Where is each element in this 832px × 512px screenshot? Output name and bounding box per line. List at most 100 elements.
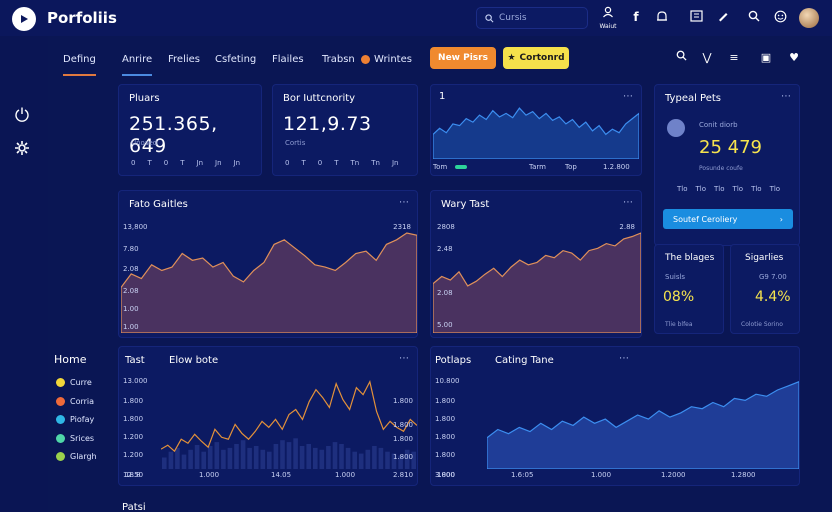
pen-icon[interactable] [716,10,730,24]
y-tick: 2.08 [437,289,453,297]
tab-wrintes[interactable]: Wrintes [361,52,412,76]
bar [286,442,292,469]
heart-icon[interactable]: ♥ [784,50,804,66]
y-tick: 1.00 [123,305,139,313]
power-icon[interactable] [14,106,30,122]
orange-dot-icon [361,54,370,64]
axis-label: Tlo [769,185,781,193]
card-icon[interactable] [689,10,703,24]
tab-defing[interactable]: Defing [63,52,96,76]
facebook-icon[interactable]: f [629,10,643,24]
search-input[interactable]: Cursis [476,7,588,29]
axis-label: 0 [131,159,136,167]
bar [319,449,325,469]
bar [339,444,344,469]
legend-item[interactable]: Corria [56,397,94,406]
bar [253,446,259,469]
menu-icon[interactable]: ≡ [724,50,744,66]
y-tick: 13.000 [123,377,148,385]
avatar [667,119,685,137]
stat-value: 08% [663,289,695,305]
search-icon[interactable] [747,10,761,24]
smiley-icon[interactable] [773,10,787,24]
axis-label: Tlo [714,185,725,193]
axis-label: Jn [215,159,222,167]
area-chart-card-1: Fato Gaitles ⋯ 13,800 7.80 2.08 2.08 1.0… [118,190,418,338]
stat-sublabel: Tlie blfea [665,321,693,328]
legend-label: Corria [70,397,95,406]
bar [306,444,311,469]
search-text: Cursis [499,13,527,23]
series-area [487,381,799,469]
top-bar: Porfoliis Cursis Waiut f [0,0,832,36]
x-tick: 1000 [437,471,455,479]
action-button[interactable]: Soutef Ceroliery › [663,209,793,229]
action-button-label: Soutef Ceroliery [673,214,738,224]
document-icon[interactable]: ▣ [756,50,776,66]
card-title: Tast [125,355,145,366]
avatar[interactable] [799,8,819,28]
bar [207,446,213,469]
more-icon[interactable]: ⋯ [623,197,633,208]
y-tick: 1.200 [123,433,144,441]
axis-label: Tlo [677,185,688,193]
bell-icon[interactable] [655,10,669,24]
area-chart-card-3: Potlaps Cating Tane ⋯ 10.800 1.800 1.800… [430,346,800,486]
bar [293,438,298,469]
secondary-button-label: Cortonrd [519,53,565,63]
x-tick: 1.6:05 [511,471,534,479]
bar [234,444,239,469]
legend-item[interactable]: Piofay [56,415,94,424]
settings-icon[interactable] [14,140,30,156]
axis-label: T [301,159,306,167]
tab-csfeting[interactable]: Csfeting [215,52,256,76]
tab-anrire[interactable]: Anrire [122,52,153,76]
new-button[interactable]: New Pisrs [430,47,496,69]
secondary-button[interactable]: ★ Cortonrd [503,47,569,69]
stat-label: Suisls [665,273,686,281]
y-tick: 2808 [437,223,455,231]
legend-swatch [56,434,65,443]
legend-swatch [56,378,65,387]
card-title: Potlaps [435,355,472,366]
metric-value: 121,9.73 [283,113,372,135]
y-tick: 2.08 [123,287,139,295]
stat-value: 4.4% [755,289,791,305]
x-tick: Tom [433,163,448,171]
search-icon[interactable] [671,50,691,66]
tab-flailes[interactable]: Flailes [272,52,304,76]
tab-trabsn[interactable]: Trabsn [322,52,355,76]
legend-item[interactable]: Curre [56,378,92,387]
more-icon[interactable]: ⋯ [781,91,791,102]
x-tick: 1.2.800 [603,163,630,171]
y-tick: 1.800 [435,415,456,423]
play-icon[interactable] [12,7,36,31]
metric-card-1: Pluars 251.365, 649 Unosed 0 T 0 T Jn Jn… [118,84,262,176]
more-icon[interactable]: ⋯ [619,353,629,364]
legend-label: Srices [70,434,95,443]
legend-swatch [56,415,65,424]
x-tick: 1.2800 [731,471,756,479]
metric-sublabel: Posunde coufe [699,165,743,172]
more-icon[interactable]: ⋯ [399,353,409,364]
bar [247,447,252,469]
filter-icon[interactable]: ⋁ [697,50,717,66]
axis-row: 0 T 0 T Tn Tn Jn [285,159,398,167]
line-chart [433,107,639,159]
tab-frelies[interactable]: Frelies [168,52,200,76]
y-tick-right: 1.800 [392,421,413,429]
legend-item[interactable]: Glargh [56,452,97,461]
more-icon[interactable]: ⋯ [623,91,633,102]
axis-label: Jn [391,159,399,167]
line-chart-card: 1 ⋯ Tom Tarm Top 1.2.800 [430,84,642,176]
bar [267,451,272,469]
metric-value: 25 479 [699,137,762,158]
app-title: Porfoliis [47,9,117,27]
stat-card-1: The blages Suisls 08% Tlie blfea [654,244,724,334]
axis-label: 0 [163,159,169,167]
user-icon[interactable] [601,6,615,20]
more-icon[interactable]: ⋯ [399,197,409,208]
y-tick-right: 1.800 [392,435,413,443]
legend-item[interactable]: Srices [56,434,94,443]
lock-icon: ★ [507,53,516,63]
